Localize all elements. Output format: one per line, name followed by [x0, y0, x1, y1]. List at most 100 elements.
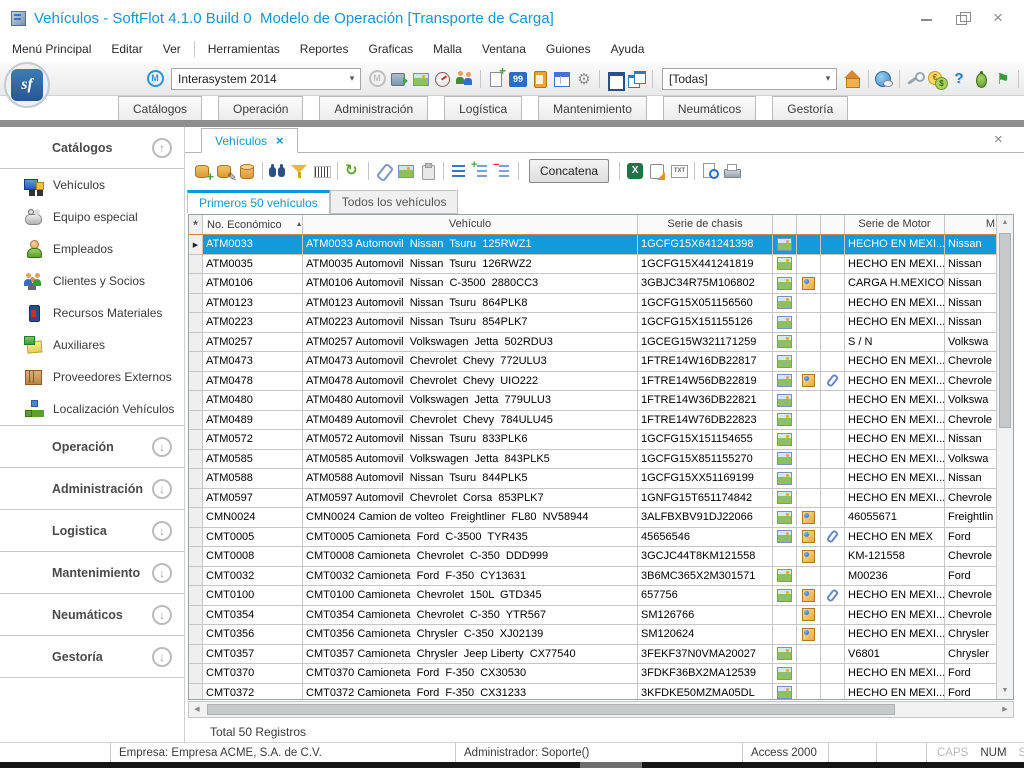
table-row[interactable]: CMT0372 CMT0372 Camioneta Ford F-350 CX3… [189, 684, 996, 700]
cell-no-economico[interactable]: CMT0357 [203, 645, 303, 664]
menu-item[interactable]: Guiones [536, 39, 601, 59]
tree-expand-icon[interactable] [471, 159, 491, 183]
sidebar-item[interactable]: Vehículos [0, 169, 184, 201]
cell-no-economico[interactable]: ATM0480 [203, 391, 303, 410]
cell-no-economico[interactable]: ATM0597 [203, 489, 303, 508]
archive-box-icon[interactable] [389, 67, 409, 91]
cell-no-economico[interactable]: ATM0473 [203, 352, 303, 371]
cell-no-economico[interactable]: ATM0588 [203, 469, 303, 488]
cell-no-economico[interactable]: CMN0024 [203, 508, 303, 527]
cell-vehiculo[interactable]: CMT0100 Camioneta Chevrolet 150L GTD345 [303, 586, 638, 605]
table-row[interactable]: ATM0033 ATM0033 Automovil Nissan Tsuru 1… [189, 235, 996, 255]
currency-coins-icon[interactable] [927, 67, 947, 91]
cell-no-economico[interactable]: ATM0035 [203, 255, 303, 274]
cell-vehiculo[interactable]: ATM0585 Automovil Volkswagen Jetta 843PL… [303, 450, 638, 469]
cell-no-economico[interactable]: CMT0370 [203, 664, 303, 683]
cell-vehiculo[interactable]: CMT0357 Camioneta Chrysler Jeep Liberty … [303, 645, 638, 664]
table-row[interactable]: CMN0024 CMN0024 Camion de volteo Freight… [189, 508, 996, 528]
cell-marca[interactable]: Chevrole [945, 606, 996, 625]
table-row[interactable]: CMT0005 CMT0005 Camioneta Ford C-3500 TY… [189, 528, 996, 548]
cell-serie-motor[interactable]: HECHO EN MEXI... [845, 684, 945, 700]
cell-serie-chasis[interactable]: 1GCFG15XX51169199 [638, 469, 773, 488]
cell-no-economico[interactable]: ATM0572 [203, 430, 303, 449]
new-document-icon[interactable] [486, 67, 506, 91]
sidebar-section-header[interactable]: Administración [0, 468, 184, 510]
menu-item[interactable]: Ayuda [601, 39, 655, 59]
cell-no-economico[interactable]: ATM0257 [203, 333, 303, 352]
backup-disabled-icon[interactable] [367, 67, 387, 91]
image-icon[interactable] [396, 159, 416, 183]
table-row[interactable]: ATM0597 ATM0597 Automovil Chevrolet Cors… [189, 489, 996, 509]
section-arrow-icon[interactable] [152, 563, 172, 583]
sidebar-item[interactable]: Clientes y Socios [0, 265, 184, 297]
table-row[interactable]: ATM0257 ATM0257 Automovil Volkswagen Jet… [189, 333, 996, 353]
excel-export-icon[interactable] [625, 159, 645, 183]
table-row[interactable]: CMT0356 CMT0356 Camioneta Chrysler C-350… [189, 625, 996, 645]
cell-serie-motor[interactable]: HECHO EN MEXI... [845, 606, 945, 625]
cascade-windows-icon[interactable] [627, 67, 647, 91]
cell-marca[interactable]: Volkswa [945, 333, 996, 352]
section-arrow-icon[interactable] [152, 647, 172, 667]
vertical-scrollbar[interactable] [996, 215, 1013, 699]
column-header-serie-chasis[interactable]: Serie de chasis [638, 215, 773, 234]
cell-marca[interactable]: Nissan [945, 430, 996, 449]
company-combo[interactable]: Interasystem 2014 ▾ [171, 68, 361, 90]
tools-wrench-icon[interactable] [905, 67, 925, 91]
cell-marca[interactable]: Ford [945, 567, 996, 586]
table-row[interactable]: ATM0478 ATM0478 Automovil Chevrolet Chev… [189, 372, 996, 392]
cell-marca[interactable]: Chevrole [945, 586, 996, 605]
view-tab[interactable]: Primeros 50 vehículos [187, 190, 330, 214]
sidebar-item[interactable]: Proveedores Externos [0, 361, 184, 393]
close-icon[interactable] [992, 11, 1006, 25]
scroll-up-icon[interactable] [997, 215, 1013, 231]
table-row[interactable]: ATM0572 ATM0572 Automovil Nissan Tsuru 8… [189, 430, 996, 450]
sidebar-section-header[interactable]: Operación [0, 426, 184, 468]
edit-record-icon[interactable] [215, 159, 235, 183]
cell-vehiculo[interactable]: ATM0223 Automovil Nissan Tsuru 854PLK7 [303, 313, 638, 332]
filter-combo[interactable]: [Todas] ▾ [662, 68, 837, 90]
cell-serie-chasis[interactable]: 1GCFG15X151154655 [638, 430, 773, 449]
cell-serie-chasis[interactable]: 3ALFBXBV91DJ22066 [638, 508, 773, 527]
cell-serie-motor[interactable]: HECHO EN MEXI... [845, 235, 945, 254]
cell-marca[interactable]: Nissan [945, 294, 996, 313]
cell-no-economico[interactable]: ATM0106 [203, 274, 303, 293]
column-header-clip[interactable] [821, 215, 845, 234]
cell-vehiculo[interactable]: ATM0572 Automovil Nissan Tsuru 833PLK6 [303, 430, 638, 449]
cell-serie-chasis[interactable]: 657756 [638, 586, 773, 605]
cell-vehiculo[interactable]: CMT0032 Camioneta Ford F-350 CY13631 [303, 567, 638, 586]
cell-serie-motor[interactable]: HECHO EN MEX [845, 528, 945, 547]
cell-vehiculo[interactable]: ATM0035 Automovil Nissan Tsuru 126RWZ2 [303, 255, 638, 274]
vertical-scroll-thumb[interactable] [999, 233, 1011, 428]
cell-serie-motor[interactable]: HECHO EN MEXI... [845, 372, 945, 391]
module-tab[interactable]: Gestoría [772, 96, 848, 120]
cell-vehiculo[interactable]: ATM0257 Automovil Volkswagen Jetta 502RD… [303, 333, 638, 352]
column-header-image[interactable] [773, 215, 797, 234]
cell-serie-chasis[interactable]: 3GBJC34R75M106802 [638, 274, 773, 293]
cell-serie-motor[interactable]: HECHO EN MEXI... [845, 489, 945, 508]
cell-serie-chasis[interactable]: 1FTRE14W16DB22817 [638, 352, 773, 371]
filter-icon[interactable] [290, 159, 310, 183]
cell-serie-motor[interactable]: HECHO EN MEXI... [845, 664, 945, 683]
cell-marca[interactable]: Nissan [945, 469, 996, 488]
cell-no-economico[interactable]: ATM0223 [203, 313, 303, 332]
users-icon[interactable] [455, 67, 475, 91]
cell-vehiculo[interactable]: ATM0473 Automovil Chevrolet Chevy 772ULU… [303, 352, 638, 371]
cell-vehiculo[interactable]: ATM0489 Automovil Chevrolet Chevy 784ULU… [303, 411, 638, 430]
cell-marca[interactable]: Volkswa [945, 450, 996, 469]
cell-no-economico[interactable]: CMT0008 [203, 547, 303, 566]
menu-item[interactable]: Ventana [472, 39, 536, 59]
table-row[interactable]: ATM0035 ATM0035 Automovil Nissan Tsuru 1… [189, 255, 996, 275]
cell-vehiculo[interactable]: CMT0005 Camioneta Ford C-3500 TYR435 [303, 528, 638, 547]
database-icon[interactable] [237, 159, 257, 183]
table-row[interactable]: CMT0008 CMT0008 Camioneta Chevrolet C-35… [189, 547, 996, 567]
cell-marca[interactable]: Chevrole [945, 372, 996, 391]
cell-no-economico[interactable]: ATM0478 [203, 372, 303, 391]
note-edit-icon[interactable] [647, 159, 667, 183]
refresh-icon[interactable] [343, 159, 363, 183]
minimize-icon[interactable] [920, 11, 934, 25]
cell-serie-chasis[interactable]: SM120624 [638, 625, 773, 644]
cell-vehiculo[interactable]: CMT0008 Camioneta Chevrolet C-350 DDD999 [303, 547, 638, 566]
cell-serie-chasis[interactable]: 1FTRE14W36DB22821 [638, 391, 773, 410]
table-row[interactable]: ATM0489 ATM0489 Automovil Chevrolet Chev… [189, 411, 996, 431]
cell-marca[interactable]: Chevrole [945, 547, 996, 566]
